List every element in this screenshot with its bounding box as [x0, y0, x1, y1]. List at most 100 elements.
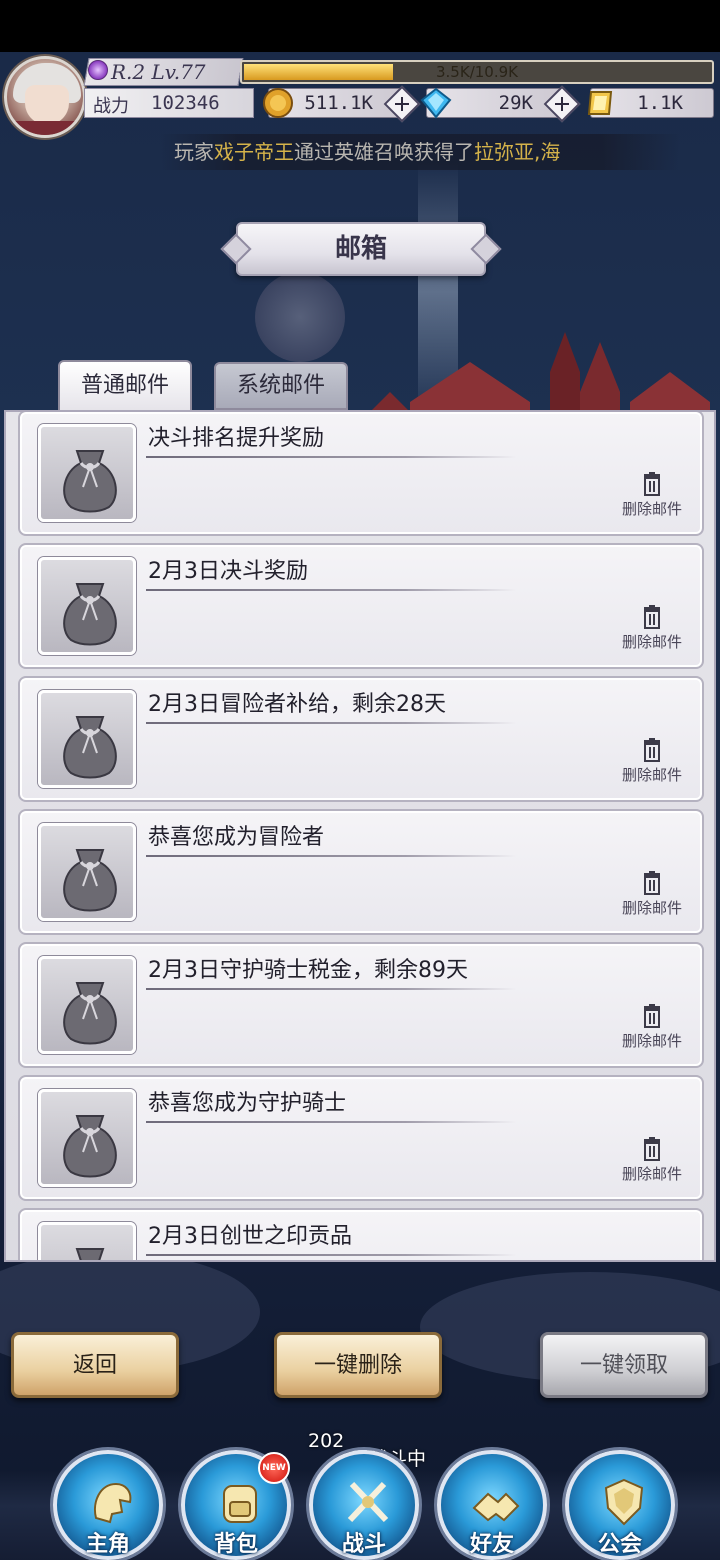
mail-title-divider — [146, 855, 516, 857]
delete-mail-button[interactable]: 删除邮件 — [612, 605, 692, 653]
backpack-icon — [223, 1485, 257, 1523]
power-box: 战力 102346 — [84, 88, 254, 118]
mail-title-divider — [146, 1254, 516, 1256]
nav-hero[interactable]: 主角 — [53, 1450, 163, 1560]
delete-mail-button[interactable]: 删除邮件 — [612, 738, 692, 786]
reward-bag-icon — [63, 716, 117, 779]
mail-item[interactable]: 2月3日决斗奖励删除邮件 — [18, 543, 704, 669]
hero-helmet-icon — [94, 1482, 132, 1524]
delete-mail-label: 删除邮件 — [621, 1032, 682, 1050]
new-badge: NEW — [258, 1452, 290, 1484]
delete-mail-label: 删除邮件 — [621, 633, 682, 651]
power-value: 102346 — [151, 92, 220, 114]
diamond-value: 29K — [498, 92, 533, 114]
reward-bag-icon — [63, 450, 117, 513]
reward-bag-icon — [63, 583, 117, 646]
mail-title: 2月3日决斗奖励 — [148, 559, 308, 584]
tab-system-mail[interactable]: 系统邮件 — [214, 362, 348, 410]
trash-icon — [644, 472, 660, 496]
delete-mail-label: 删除邮件 — [621, 766, 682, 784]
mail-item[interactable]: 恭喜您成为冒险者删除邮件 — [18, 809, 704, 935]
mail-item[interactable]: 2月3日冒险者补给，剩余28天删除邮件 — [18, 676, 704, 802]
delete-mail-label: 删除邮件 — [621, 899, 682, 917]
reward-bag-icon — [63, 849, 117, 912]
nav-backpack-label: 背包 — [213, 1532, 258, 1557]
tab-system-mail-label: 系统邮件 — [236, 373, 325, 398]
trash-icon — [644, 871, 660, 895]
mail-title: 恭喜您成为守护骑士 — [148, 1091, 347, 1116]
mail-title-divider — [146, 722, 516, 724]
reward-bag-thumbnail — [38, 557, 136, 655]
exp-text: 3.5K/10.9K — [436, 63, 518, 81]
ticket-value: 1.1K — [637, 92, 683, 114]
gold-ticket-icon — [587, 91, 613, 115]
guild-crest-icon — [604, 1478, 644, 1526]
reward-bag-thumbnail — [38, 424, 136, 522]
reward-bag-thumbnail — [38, 823, 136, 921]
mail-item[interactable]: 2月3日创世之印贡品删除邮件 — [18, 1208, 704, 1260]
mail-title-divider — [146, 589, 516, 591]
nav-hero-label: 主角 — [85, 1532, 130, 1557]
gold-value: 511.1K — [304, 92, 373, 114]
delete-all-button-label: 一键删除 — [313, 1353, 402, 1378]
mail-title: 2月3日冒险者补给，剩余28天 — [148, 692, 446, 717]
reward-bag-thumbnail — [38, 1222, 136, 1260]
nav-friends[interactable]: 好友 — [437, 1450, 547, 1560]
reward-bag-thumbnail — [38, 1089, 136, 1187]
nav-guild[interactable]: 公会 — [565, 1450, 675, 1560]
tab-normal-mail-label: 普通邮件 — [80, 373, 169, 398]
mail-title-divider — [146, 988, 516, 990]
reward-bag-thumbnail — [38, 690, 136, 788]
claim-all-button[interactable]: 一键领取 — [540, 1332, 708, 1398]
gold-resource: 511.1K — [263, 85, 421, 123]
reward-bag-icon — [63, 1115, 117, 1178]
rank-gem-icon — [88, 60, 108, 80]
mail-item[interactable]: 恭喜您成为守护骑士删除邮件 — [18, 1075, 704, 1201]
delete-mail-button[interactable]: 删除邮件 — [612, 1137, 692, 1185]
trash-icon — [644, 1004, 660, 1028]
battle-floor-number: 202 — [308, 1430, 345, 1452]
back-button[interactable]: 返回 — [11, 1332, 179, 1398]
mail-title-divider — [146, 1121, 516, 1123]
mail-title: 决斗排名提升奖励 — [148, 426, 325, 451]
announcement-marquee: 玩家戏子帝王通过英雄召唤获得了拉弥亚,海 — [160, 134, 680, 170]
mail-title: 恭喜您成为冒险者 — [148, 825, 325, 850]
crossed-swords-icon — [347, 1481, 389, 1523]
trash-icon — [644, 1137, 660, 1161]
mail-title-divider — [146, 456, 516, 458]
delete-mail-label: 删除邮件 — [621, 500, 682, 518]
blue-diamond-icon — [420, 87, 452, 119]
tab-normal-mail[interactable]: 普通邮件 — [58, 360, 192, 412]
exp-bar: 3.5K/10.9K — [240, 60, 714, 84]
moon — [255, 272, 345, 362]
mailbox-title-plaque: 邮箱 — [220, 222, 502, 276]
gold-coin-icon — [263, 88, 293, 118]
reward-bag-icon — [75, 1248, 105, 1260]
nav-battle-label: 战斗 — [341, 1532, 386, 1557]
mail-item[interactable]: 2月3日守护骑士税金，剩余89天删除邮件 — [18, 942, 704, 1068]
mail-title: 2月3日守护骑士税金，剩余89天 — [148, 958, 468, 983]
handshake-icon — [472, 1492, 520, 1522]
claim-all-button-label: 一键领取 — [579, 1353, 668, 1378]
trash-icon — [644, 605, 660, 629]
delete-mail-button[interactable]: 删除邮件 — [612, 871, 692, 919]
marquee-prefix: 玩家 — [174, 140, 214, 164]
delete-all-button[interactable]: 一键删除 — [274, 1332, 442, 1398]
mail-list-panel[interactable]: 决斗排名提升奖励 删除邮件 2月3日决斗奖励 删除邮件 2月3日冒险者补给，剩余28天删… — [4, 410, 716, 1262]
marquee-middle: 通过英雄召唤获得了 — [294, 140, 474, 164]
nav-battle[interactable]: 战斗 — [309, 1450, 419, 1560]
reward-bag-thumbnail — [38, 956, 136, 1054]
mail-title: 2月3日创世之印贡品 — [148, 1224, 352, 1249]
player-avatar[interactable] — [4, 56, 86, 138]
trash-icon — [644, 738, 660, 762]
ticket-resource: 1.1K — [587, 88, 714, 118]
delete-mail-label: 删除邮件 — [621, 1165, 682, 1183]
delete-mail-button[interactable]: 删除邮件 — [612, 472, 692, 520]
marquee-hero-name: 拉弥亚,海 — [474, 140, 561, 164]
back-button-label: 返回 — [72, 1353, 117, 1378]
page-title: 邮箱 — [334, 234, 387, 264]
nav-guild-label: 公会 — [597, 1532, 642, 1557]
power-label: 战力 — [93, 96, 129, 117]
mail-item[interactable]: 决斗排名提升奖励删除邮件 — [18, 412, 704, 536]
delete-mail-button[interactable]: 删除邮件 — [612, 1004, 692, 1052]
